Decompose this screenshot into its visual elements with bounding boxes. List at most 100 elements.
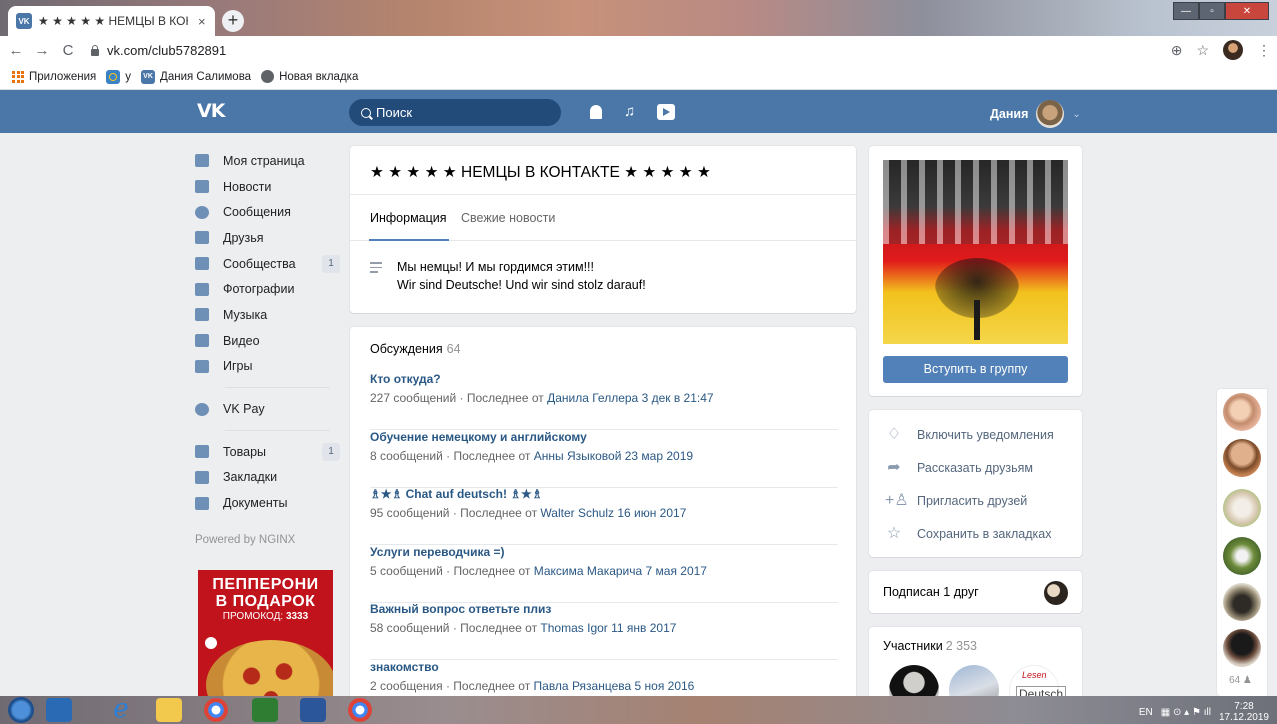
online-friend-avatar[interactable] — [1223, 537, 1261, 575]
online-friend-avatar[interactable] — [1223, 583, 1261, 621]
back-button[interactable]: ← — [6, 42, 26, 59]
topic-title[interactable]: ♗★♗ Chat auf deutsch! ♗★♗ — [370, 487, 543, 501]
network-app-icon[interactable] — [252, 698, 278, 722]
url-input[interactable]: vk.com/club5782891 — [90, 39, 1225, 61]
star-icon — [195, 470, 209, 484]
action-tell-friends[interactable]: ➦ Рассказать друзьям — [885, 459, 1033, 476]
topic-last-author[interactable]: Максима Макарича 7 мая 2017 — [534, 564, 707, 578]
menu-item-games[interactable]: Игры — [195, 354, 340, 380]
bookmark-star-icon[interactable]: ☆ — [1196, 42, 1209, 59]
tab-information[interactable]: Информация — [370, 211, 447, 225]
friend-avatar[interactable] — [1044, 581, 1068, 605]
zoom-icon[interactable]: ⊕ — [1171, 42, 1183, 59]
ad-promo: ПРОМОКОД: 3333 — [198, 611, 333, 622]
topic-title[interactable]: Кто откуда? — [370, 372, 441, 386]
menu-item-news[interactable]: Новости — [195, 174, 340, 200]
file-explorer-icon[interactable] — [156, 698, 182, 722]
bookmark-new-tab[interactable]: Новая вкладка — [261, 70, 358, 83]
menu-item-bookmarks[interactable]: Закладки — [195, 465, 340, 491]
news-icon — [195, 180, 209, 194]
menu-item-messages[interactable]: Сообщения — [195, 199, 340, 225]
topic-title[interactable]: Услуги переводчика =) — [370, 545, 505, 559]
chevron-down-icon: ⌄ — [1072, 108, 1081, 120]
address-bar: ← → C vk.com/club5782891 ⊕ ☆ ⋮ — [0, 36, 1277, 64]
bookmark-dania[interactable]: VK Дания Салимова — [141, 69, 251, 84]
topic-meta-text: 95 сообщений · Последнее от — [370, 506, 541, 520]
action-save-bookmarks[interactable]: ☆ Сохранить в закладках — [885, 525, 1052, 542]
join-group-button[interactable]: Вступить в группу — [883, 356, 1068, 383]
camera-icon — [106, 69, 121, 84]
topic-title[interactable]: знакомство — [370, 660, 439, 674]
bookmark-y[interactable]: у — [106, 69, 131, 84]
play-icon[interactable] — [657, 103, 676, 120]
tray-icons[interactable]: ▦ ⊙ ▴ ⚑ ıll — [1161, 707, 1211, 718]
vk-logo[interactable]: VK — [197, 100, 225, 122]
topic-last-author[interactable]: Thomas Igor 11 янв 2017 — [540, 621, 676, 635]
topic-title[interactable]: Обучение немецкому и английскому — [370, 430, 587, 444]
word-icon[interactable] — [300, 698, 326, 722]
menu-item-vkpay[interactable]: VK Pay — [195, 396, 340, 422]
tab-fresh-news[interactable]: Свежие новости — [461, 211, 555, 225]
topic-row: ♗★♗ Chat auf deutsch! ♗★♗ 95 сообщений ·… — [370, 487, 838, 545]
discussions-card: Обсуждения 64 Кто откуда? 227 сообщений ·… — [350, 327, 856, 707]
window-controls: — ▫ ✕ — [1173, 2, 1269, 20]
online-friend-avatar[interactable] — [1223, 489, 1261, 527]
internet-explorer-icon[interactable]: e — [108, 696, 134, 722]
topic-last-author[interactable]: Данила Геллера 3 дек в 21:47 — [547, 391, 713, 405]
language-indicator[interactable]: EN — [1139, 707, 1153, 718]
menu-label: Видео — [223, 333, 260, 348]
group-actions-card: ♢ Включить уведомления ➦ Рассказать друзья… — [869, 410, 1082, 557]
action-invite-friends[interactable]: +♙ Пригласить друзей — [885, 492, 1027, 509]
online-count[interactable]: 64 ♟ — [1229, 675, 1252, 686]
group-cover-card: Вступить в группу — [869, 146, 1082, 396]
online-friend-avatar[interactable] — [1223, 439, 1261, 477]
online-friend-avatar[interactable] — [1223, 393, 1261, 431]
bookmark-apps[interactable]: Приложения — [12, 70, 96, 83]
menu-divider — [225, 429, 330, 431]
forward-button[interactable]: → — [32, 42, 52, 59]
music-note-icon[interactable]: ♫ — [624, 103, 635, 120]
notifications-bell-icon[interactable] — [590, 104, 602, 119]
profile-avatar[interactable] — [1223, 40, 1243, 60]
clock[interactable]: 7:28 17.12.2019 — [1219, 701, 1269, 723]
menu-item-photos[interactable]: Фотографии — [195, 276, 340, 302]
minimize-button[interactable]: — — [1173, 2, 1199, 20]
menu-item-communities[interactable]: Сообщества 1 — [195, 251, 340, 277]
group-avatar-image[interactable] — [883, 160, 1068, 344]
user-menu[interactable]: Дания ⌄ — [990, 100, 1081, 128]
maximize-button[interactable]: ▫ — [1199, 2, 1225, 20]
subscribed-friends-card[interactable]: Подписан 1 друг — [869, 571, 1082, 613]
browser-tab[interactable]: VK ★ ★ ★ ★ ★ НЕМЦЫ В КОНТАКТ × — [8, 6, 215, 36]
discussions-title[interactable]: Обсуждения 64 — [370, 342, 461, 356]
building-image-part — [883, 160, 1068, 244]
browser-menu-icon[interactable]: ⋮ — [1257, 42, 1271, 59]
menu-item-music[interactable]: Музыка — [195, 302, 340, 328]
taskbar-media-icon[interactable] — [46, 698, 72, 722]
menu-item-friends[interactable]: Друзья — [195, 225, 340, 251]
menu-item-goods[interactable]: Товары 1 — [195, 439, 340, 465]
chrome-icon[interactable] — [204, 698, 228, 722]
group-description-line-2: Wir sind Deutsche! Und wir sind stolz da… — [397, 278, 646, 292]
topic-last-author[interactable]: Анны Языковой 23 мар 2019 — [534, 449, 693, 463]
search-input[interactable]: Поиск — [349, 99, 561, 126]
search-placeholder: Поиск — [376, 105, 413, 120]
reload-button[interactable]: C — [58, 42, 78, 59]
pizza-advertisement[interactable]: ПЕППЕРОНИ В ПОДАРОК ПРОМОКОД: 3333 — [198, 570, 333, 696]
action-enable-notifications[interactable]: ♢ Включить уведомления — [885, 426, 1054, 443]
menu-item-documents[interactable]: Документы — [195, 490, 340, 516]
topic-last-author[interactable]: Павла Рязанцева 5 ноя 2016 — [534, 679, 695, 693]
topic-last-author[interactable]: Walter Schulz 16 июн 2017 — [540, 506, 686, 520]
online-friend-avatar[interactable] — [1223, 629, 1261, 667]
chrome-active-icon[interactable] — [348, 698, 372, 722]
menu-item-my-page[interactable]: Моя страница — [195, 148, 340, 174]
topic-meta-text: 2 сообщения · Последнее от — [370, 679, 534, 693]
members-title[interactable]: Участники 2 353 — [883, 639, 977, 653]
topic-title[interactable]: Важный вопрос ответьте плиз — [370, 602, 551, 616]
tab-close-icon[interactable]: × — [198, 14, 206, 29]
menu-item-video[interactable]: Видео — [195, 328, 340, 354]
person-icon: ♟ — [1242, 675, 1252, 686]
music-icon — [195, 308, 209, 322]
start-button[interactable] — [8, 697, 34, 723]
new-tab-button[interactable]: + — [222, 10, 244, 32]
close-window-button[interactable]: ✕ — [1225, 2, 1269, 20]
